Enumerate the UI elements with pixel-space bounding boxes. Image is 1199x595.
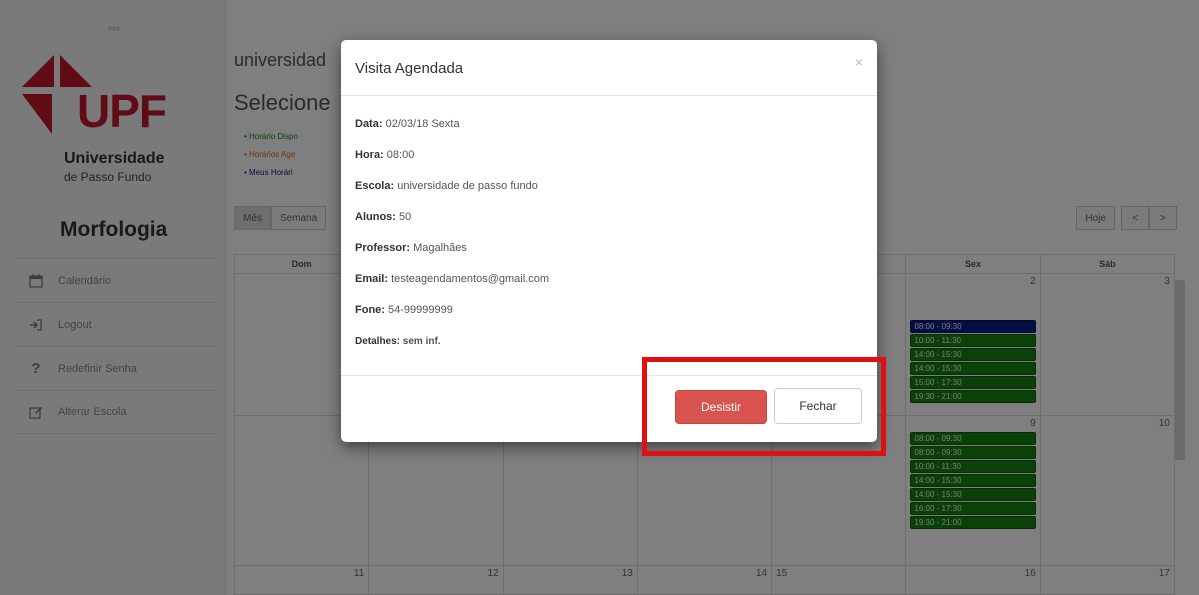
field-professor: Professor: Magalhães <box>355 242 467 254</box>
field-detalhes: Detalhes: sem inf. <box>355 336 441 347</box>
field-alunos: Alunos: 50 <box>355 211 412 223</box>
annotation-highlight-box <box>642 357 886 456</box>
modal-title: Visita Agendada <box>355 60 464 77</box>
modal-header: Visita Agendada × <box>341 40 877 96</box>
field-escola: Escola: universidade de passo fundo <box>355 180 538 192</box>
field-email: Email: testeagendamentos@gmail.com <box>355 273 549 285</box>
close-icon[interactable]: × <box>855 54 863 70</box>
field-hora: Hora: 08:00 <box>355 149 415 161</box>
modal-body: Data: 02/03/18 Sexta Hora: 08:00 Escola:… <box>341 96 877 376</box>
field-data: Data: 02/03/18 Sexta <box>355 118 460 130</box>
field-fone: Fone: 54-99999999 <box>355 304 453 316</box>
